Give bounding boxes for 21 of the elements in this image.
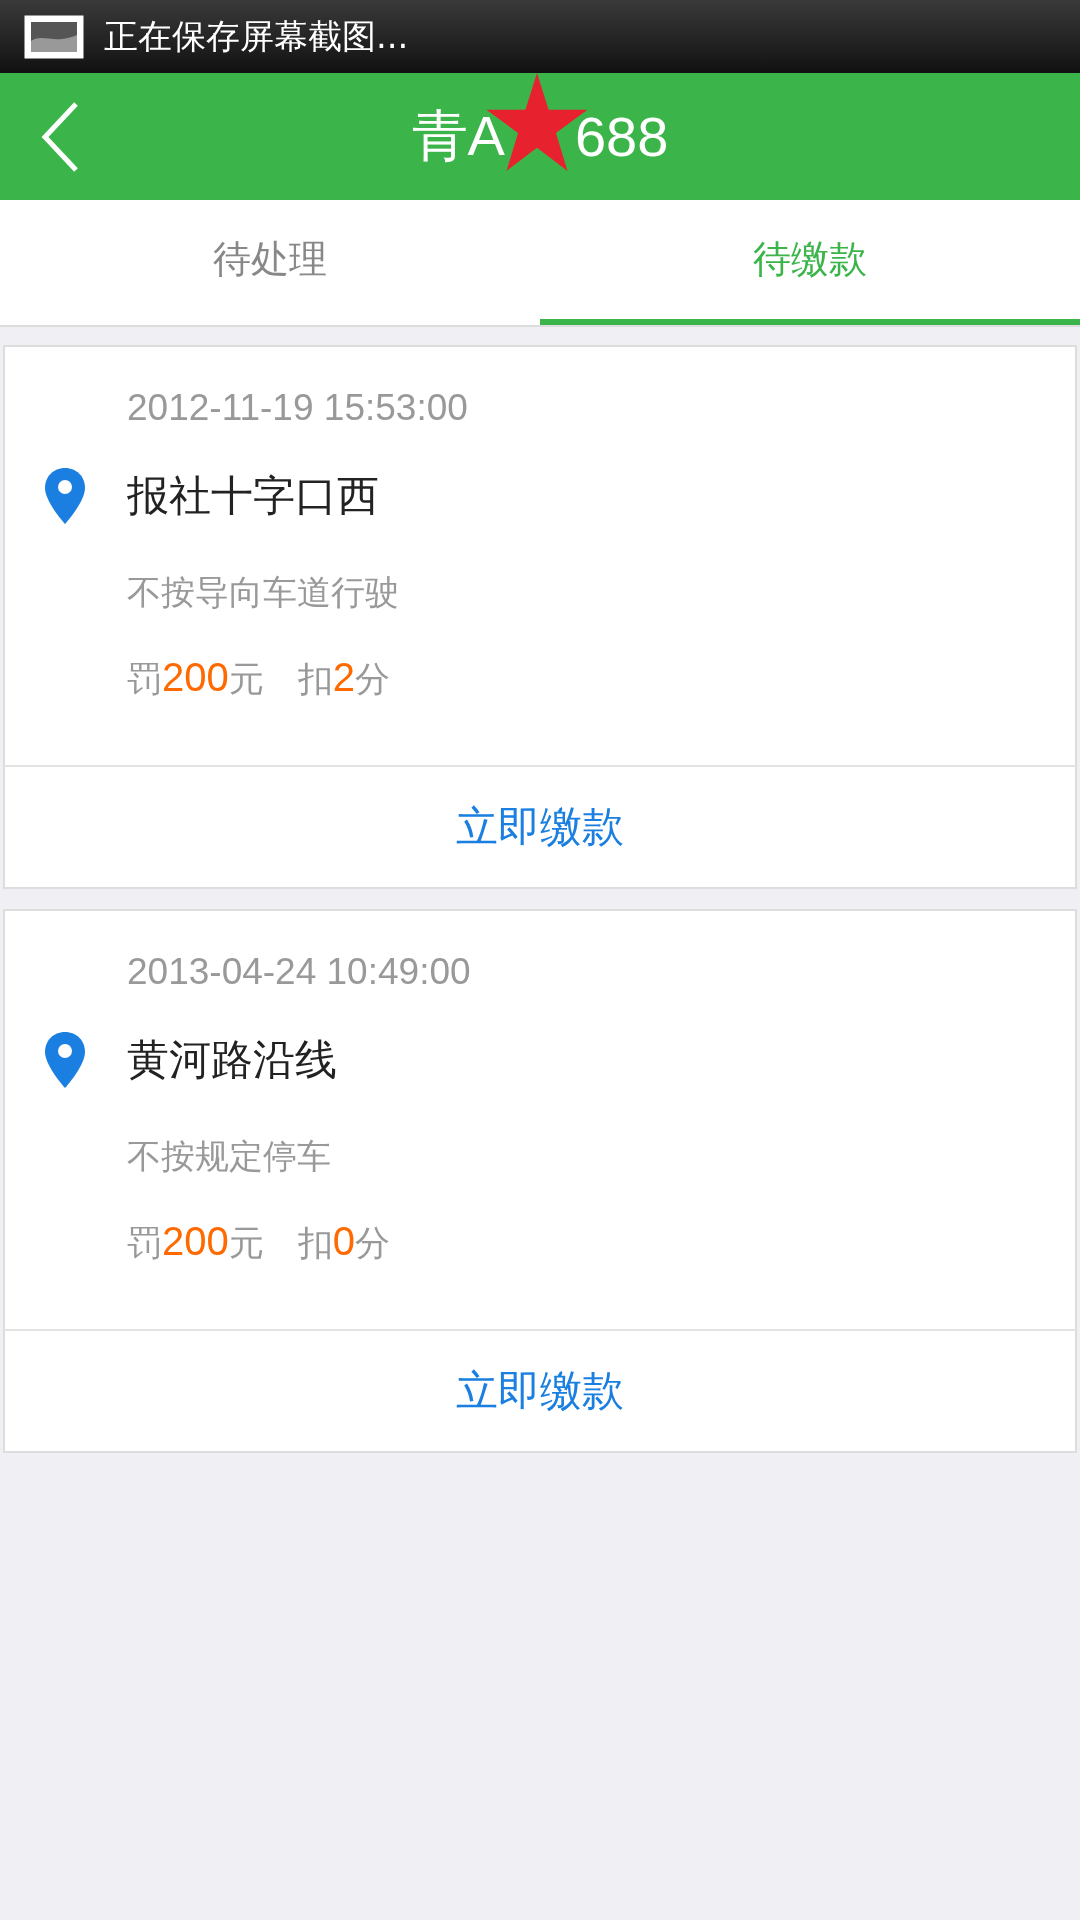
screenshot-icon	[24, 14, 84, 59]
violation-time: 2012-11-19 15:53:00	[127, 386, 468, 430]
location-pin-icon	[43, 466, 87, 526]
title-text: 青A	[411, 102, 505, 169]
tab[interactable]: 待缴款	[540, 200, 1080, 325]
points-text: 扣0分	[297, 1219, 390, 1265]
points-text: 扣2分	[297, 655, 390, 701]
location-pin-icon	[43, 1030, 87, 1090]
offense-text: 不按规定停车	[127, 1135, 331, 1177]
pay-now-link[interactable]: 立即缴款	[456, 1363, 624, 1419]
back-icon[interactable]	[40, 101, 80, 173]
violation-time: 2013-04-24 10:49:00	[127, 950, 471, 994]
offense-text: 不按导向车道行驶	[127, 571, 399, 613]
notification-text: 正在保存屏幕截图...	[104, 14, 409, 58]
location-text: 黄河路沿线	[127, 1034, 337, 1086]
fine-text: 罚200元	[127, 1219, 264, 1265]
pay-now-link[interactable]: 立即缴款	[456, 799, 624, 855]
location-text: 报社十字口西	[127, 470, 379, 522]
fine-text: 罚200元	[127, 655, 264, 701]
title-text: 688	[574, 104, 669, 169]
tab[interactable]: 待处理	[0, 200, 540, 325]
